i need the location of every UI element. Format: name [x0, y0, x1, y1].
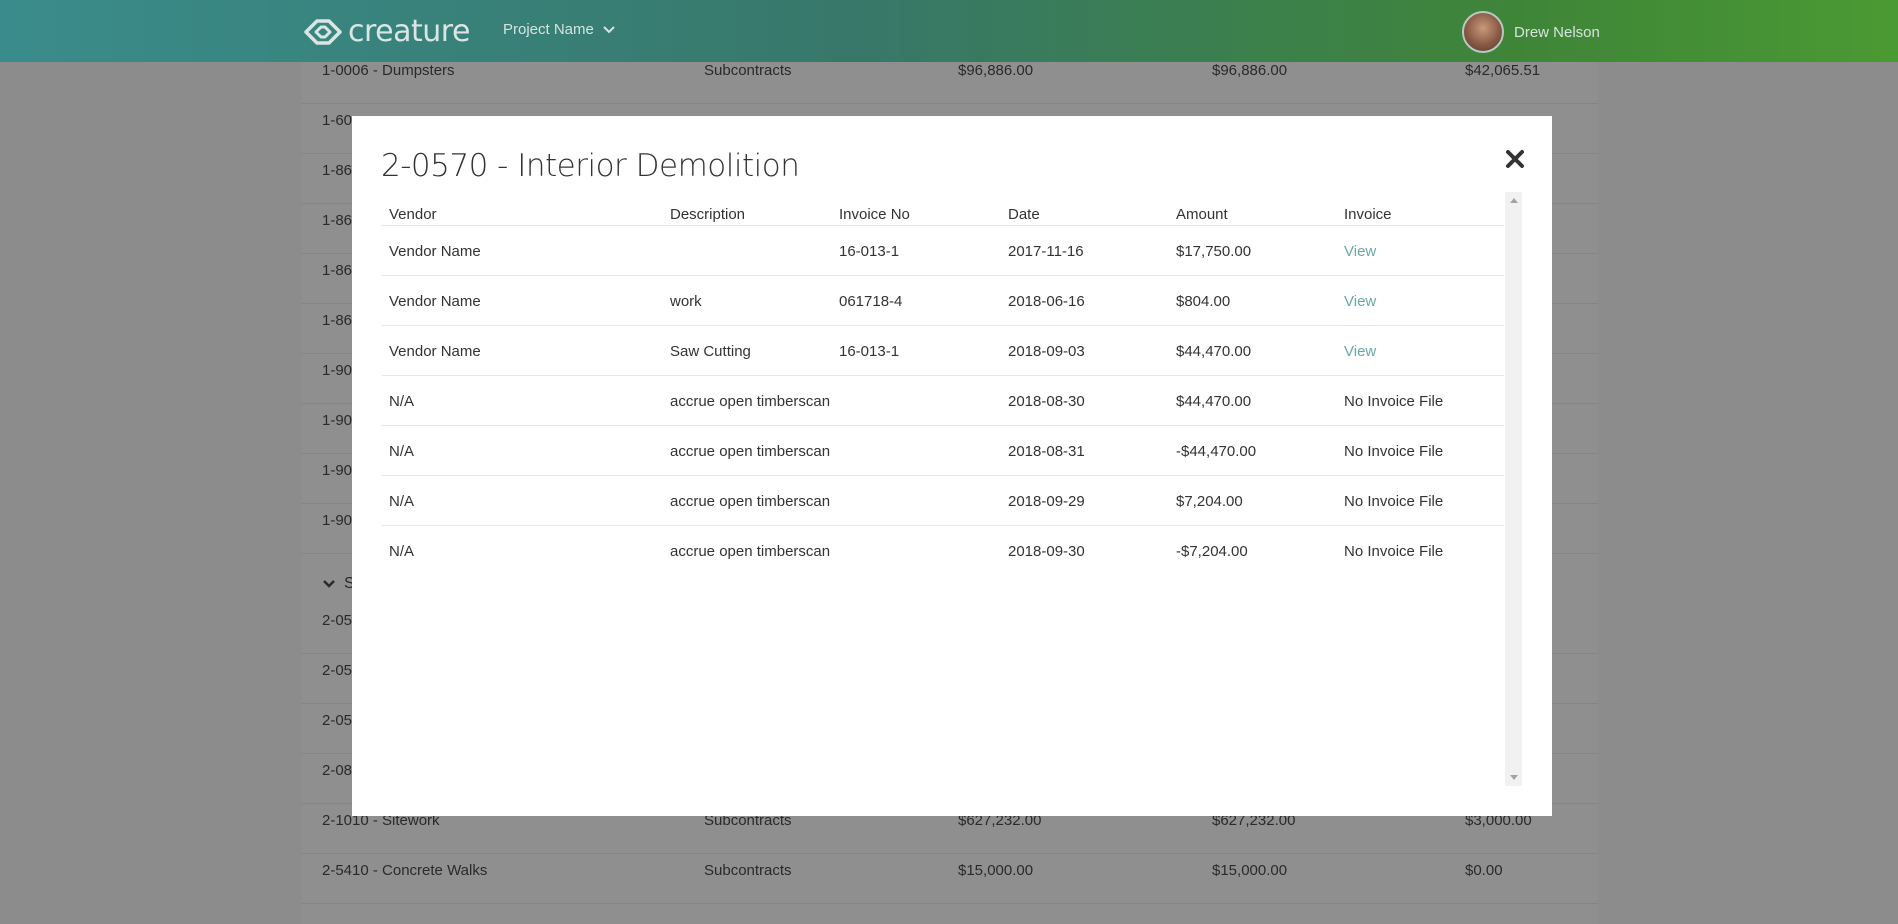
- cell-description: work: [670, 293, 702, 310]
- cell-date: 2018-09-29: [1008, 493, 1085, 510]
- column-header-description: Description: [670, 206, 746, 223]
- table-row: Vendor Name work 061718-4 2018-06-16 $804.00…: [382, 276, 1504, 326]
- cell-vendor: N/A: [389, 393, 415, 410]
- top-navbar: creature Project Name Drew Nelson: [0, 0, 1898, 62]
- cell-invoice-no: 16-013-1: [839, 243, 900, 260]
- cell-date: 2018-08-30: [1008, 393, 1085, 410]
- cell-amount: $17,750.00: [1176, 243, 1252, 260]
- cell-invoice: No Invoice File: [1344, 493, 1444, 510]
- table-row: Vendor Name Saw Cutting 16-013-1 2018-09-03…: [382, 326, 1504, 376]
- cell-invoice: No Invoice File: [1344, 393, 1444, 410]
- cell-amount: -$44,470.00: [1176, 443, 1257, 460]
- column-header-invoice-no: Invoice No: [839, 206, 910, 223]
- table-row: N/A accrue open timberscan 2018-08-31 -$44,…: [382, 426, 1504, 476]
- cell-amount: $7,204.00: [1176, 493, 1243, 510]
- table-scrollbar[interactable]: [1505, 192, 1522, 786]
- column-header-amount: Amount: [1176, 206, 1228, 223]
- invoice-table: Vendor Description Invoice No Date Amoun…: [382, 192, 1504, 576]
- chevron-down-icon: [603, 25, 615, 33]
- modal-title: 2-0570 - Interior Demolition: [381, 148, 800, 184]
- cell-amount: -$7,204.00: [1176, 543, 1248, 560]
- column-header-vendor: Vendor: [389, 206, 437, 223]
- cell-invoice-no: 16-013-1: [839, 343, 900, 360]
- cell-date: 2017-11-16: [1008, 243, 1084, 260]
- view-invoice-link[interactable]: View: [1344, 343, 1376, 360]
- user-name: Drew Nelson: [1514, 23, 1600, 41]
- column-header-invoice: Invoice: [1344, 206, 1392, 223]
- cell-amount: $44,470.00: [1176, 343, 1252, 360]
- scroll-down-icon[interactable]: [1510, 775, 1518, 780]
- table-row: N/A accrue open timberscan 2018-08-30 $44,4…: [382, 376, 1504, 426]
- table-row: N/A accrue open timberscan 2018-09-30 -$7,2…: [382, 526, 1504, 576]
- cell-vendor: Vendor Name: [389, 243, 481, 260]
- cell-invoice: No Invoice File: [1344, 443, 1444, 460]
- close-icon[interactable]: [1504, 148, 1526, 170]
- cell-description: accrue open timberscan: [670, 443, 831, 460]
- view-invoice-link[interactable]: View: [1344, 243, 1376, 260]
- cell-vendor: N/A: [389, 543, 415, 560]
- logo[interactable]: creature: [302, 14, 470, 49]
- table-header: Vendor Description Invoice No Date Amoun…: [382, 192, 1504, 226]
- avatar: [1462, 11, 1504, 53]
- cell-invoice: No Invoice File: [1344, 543, 1444, 560]
- view-invoice-link[interactable]: View: [1344, 293, 1376, 310]
- table-row: N/A accrue open timberscan 2018-09-29 $7,20…: [382, 476, 1504, 526]
- cell-vendor: N/A: [389, 443, 415, 460]
- column-header-date: Date: [1008, 206, 1040, 223]
- project-selector[interactable]: Project Name: [503, 21, 616, 38]
- cell-description: accrue open timberscan: [670, 543, 831, 560]
- cell-vendor: N/A: [389, 493, 415, 510]
- user-menu[interactable]: Drew Nelson: [1462, 11, 1600, 53]
- cell-date: 2018-06-16: [1008, 293, 1085, 310]
- project-selector-label: Project Name: [503, 21, 594, 38]
- cell-amount: $44,470.00: [1176, 393, 1252, 410]
- cell-amount: $804.00: [1176, 293, 1231, 310]
- cell-date: 2018-09-30: [1008, 543, 1085, 560]
- invoice-table-scroll[interactable]: Vendor Description Invoice No Date Amoun…: [382, 192, 1522, 786]
- cell-vendor: Vendor Name: [389, 293, 481, 310]
- cell-description: accrue open timberscan: [670, 393, 831, 410]
- table-body: Vendor Name 16-013-1 2017-11-16 $17,750.00 V…: [382, 226, 1504, 576]
- cell-vendor: Vendor Name: [389, 343, 481, 360]
- cell-description: Saw Cutting: [670, 343, 751, 360]
- scroll-up-icon[interactable]: [1510, 198, 1518, 203]
- cell-date: 2018-08-31: [1008, 443, 1085, 460]
- logo-text: creature: [348, 14, 470, 49]
- invoice-modal: 2-0570 - Interior Demolition Vendor Desc…: [352, 116, 1552, 816]
- cell-date: 2018-09-03: [1008, 343, 1085, 360]
- creature-logo-icon: [304, 18, 342, 45]
- cell-invoice-no: 061718-4: [839, 293, 903, 310]
- cell-description: accrue open timberscan: [670, 493, 831, 510]
- table-row: Vendor Name 16-013-1 2017-11-16 $17,750.00 V…: [382, 226, 1504, 276]
